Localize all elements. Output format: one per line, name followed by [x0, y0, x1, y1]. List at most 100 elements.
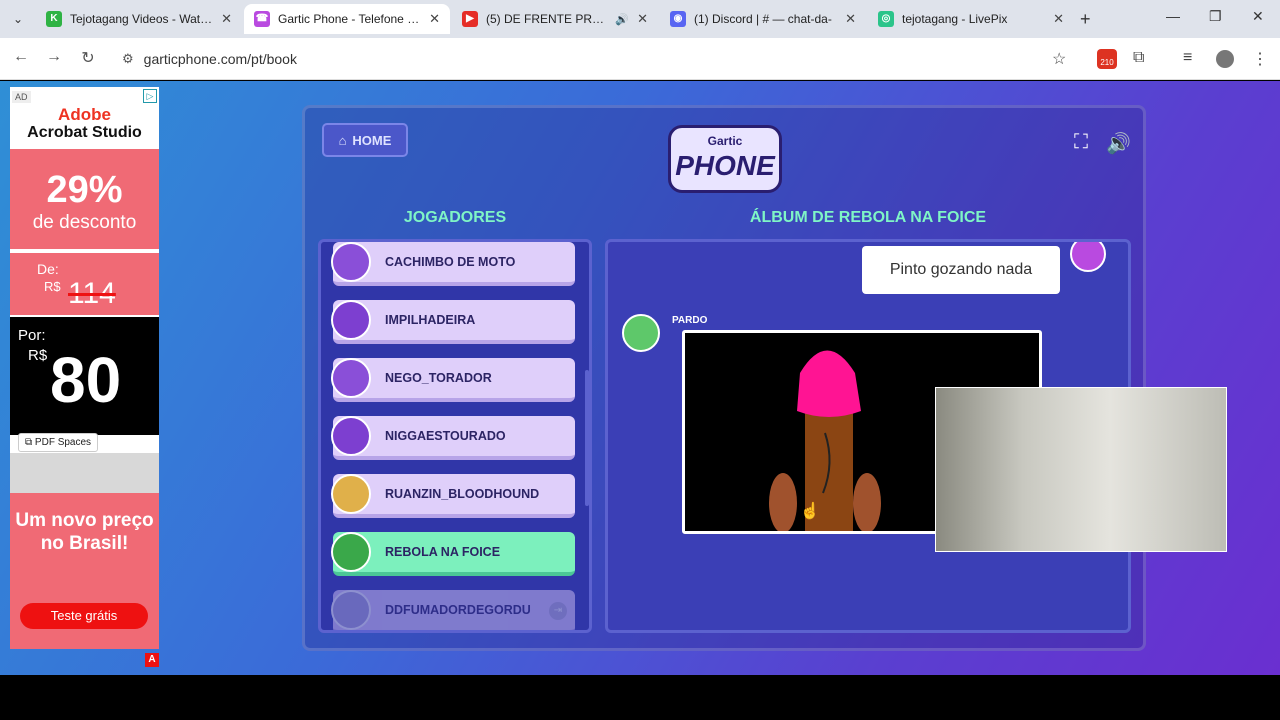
prompt-author-avatar	[1070, 242, 1106, 272]
player-avatar	[331, 416, 371, 456]
adchoices-icon[interactable]: A	[145, 653, 159, 667]
tab-close-icon[interactable]: ✕	[221, 11, 232, 27]
drawing-stroke	[797, 350, 861, 417]
media-controls-icon[interactable]: ≡	[1183, 49, 1192, 67]
livepix-favicon-icon: ◎	[878, 11, 894, 27]
player-avatar	[331, 474, 371, 514]
browser-tabbar: ⌄ K Tejotagang Videos - Watch C ✕ ☎ Gart…	[0, 0, 1280, 38]
tab-close-icon[interactable]: ✕	[429, 11, 440, 27]
url-text: garticphone.com/pt/book	[143, 51, 297, 67]
bookmark-star-icon[interactable]: ☆	[1052, 49, 1066, 69]
ad-product: Acrobat Studio	[27, 124, 142, 141]
ad-cta-button[interactable]: Teste grátis	[20, 603, 148, 629]
ad-slogan: Um novo preço no Brasil!	[15, 510, 154, 554]
ad-new-price: 80	[50, 344, 122, 416]
pdf-icon: ⧉	[25, 437, 35, 448]
tab-search-button[interactable]: ⌄	[8, 9, 28, 29]
player-item: IMPILHADEIRA	[331, 300, 575, 344]
tab-tejotagang-videos[interactable]: K Tejotagang Videos - Watch C ✕	[36, 4, 242, 34]
player-avatar	[331, 358, 371, 398]
player-avatar	[331, 300, 371, 340]
kick-favicon-icon: K	[46, 11, 62, 27]
tab-title: Gartic Phone - Telefone sem	[278, 12, 422, 26]
tab-close-icon[interactable]: ✕	[637, 11, 648, 27]
ad-for-label: Por:	[18, 327, 46, 344]
close-window-icon[interactable]: ✕	[1252, 8, 1264, 25]
ad-pdf-label: PDF Spaces	[34, 437, 92, 448]
menu-icon[interactable]: ⋮	[1252, 49, 1268, 69]
ad-from-label: De:	[37, 261, 59, 277]
new-tab-button[interactable]: +	[1080, 9, 1091, 30]
advertisement[interactable]: AD ▷ Adobe Acrobat Studio 29% de descont…	[10, 87, 159, 649]
screen: ⌄ K Tejotagang Videos - Watch C ✕ ☎ Gart…	[0, 0, 1280, 720]
players-title: JOGADORES	[403, 209, 507, 226]
profile-avatar[interactable]	[1216, 50, 1234, 68]
home-button[interactable]: ⌂ HOME	[322, 123, 408, 157]
hand-cursor-icon: ☝	[800, 503, 820, 520]
players-list[interactable]: CACHIMBO DE MOTO IMPILHADEIRA NEGO_TORAD…	[318, 239, 592, 633]
ad-divider	[10, 453, 159, 493]
prompt-bubble: Pinto gozando nada	[862, 246, 1060, 294]
ad-currency: R$	[44, 279, 61, 294]
player-item-active: REBOLA NA FOICE	[331, 532, 575, 576]
player-avatar	[331, 532, 371, 572]
player-name: RUANZIN_BLOODHOUND	[385, 487, 540, 501]
ad-currency: R$	[28, 347, 48, 364]
page-content: AD ▷ Adobe Acrobat Studio 29% de descont…	[0, 81, 1280, 675]
tab-discord[interactable]: ◉ (1) Discord | # — chat-da- ✕	[660, 4, 866, 34]
tab-youtube[interactable]: ▶ (5) DE FRENTE PRO BLO( 🔊 ✕	[452, 4, 658, 34]
audio-playing-icon[interactable]: 🔊	[615, 13, 629, 26]
home-icon: ⌂	[338, 132, 347, 148]
url-bar[interactable]: ⚙ garticphone.com/pt/book	[110, 44, 1070, 74]
tab-gartic-phone[interactable]: ☎ Gartic Phone - Telefone sem ✕	[244, 4, 450, 34]
drawing-author-avatar	[622, 314, 660, 352]
player-item: CACHIMBO DE MOTO	[331, 242, 575, 286]
logo-bottom-text: PHONE	[675, 150, 775, 181]
player-name: NIGGAESTOURADO	[385, 429, 506, 443]
back-icon[interactable]: ←	[10, 48, 32, 66]
ad-close-icon[interactable]: ▷	[143, 89, 157, 103]
tab-livepix[interactable]: ◎ tejotagang - LivePix ✕	[868, 4, 1074, 34]
player-avatar	[331, 242, 371, 282]
forward-icon[interactable]: →	[43, 48, 65, 66]
ad-discount-text: de desconto	[32, 212, 137, 233]
minimize-icon[interactable]: —	[1166, 8, 1180, 24]
youtube-favicon-icon: ▶	[462, 11, 478, 27]
player-item-disconnected: DDFUMADORDEGORDU ⇥	[331, 590, 575, 630]
restore-icon[interactable]: ❐	[1209, 8, 1222, 25]
player-avatar	[331, 590, 371, 630]
ad-label: AD	[12, 91, 31, 103]
ad-pdf-spaces: ⧉ PDF Spaces	[18, 433, 99, 452]
volume-icon[interactable]: 🔊	[1106, 131, 1131, 156]
drawing-author-name: PARDO	[672, 315, 708, 326]
album-title: ÁLBUM DE REBOLA NA FOICE	[749, 209, 987, 226]
gartic-phone-logo: Gartic PHONE	[668, 125, 782, 193]
gartic-favicon-icon: ☎	[254, 11, 270, 27]
ad-discount-percent: 29%	[46, 169, 123, 211]
tab-title: (5) DE FRENTE PRO BLO(	[486, 12, 609, 26]
tab-title: (1) Discord | # — chat-da-	[694, 12, 832, 26]
site-info-icon[interactable]: ⚙	[122, 51, 134, 67]
drawing-stroke	[853, 473, 881, 531]
player-name: CACHIMBO DE MOTO	[385, 255, 516, 269]
tab-title: tejotagang - LivePix	[902, 12, 1008, 26]
exit-icon: ⇥	[549, 602, 567, 620]
ad-old-price: 114	[68, 277, 116, 310]
player-item: RUANZIN_BLOODHOUND	[331, 474, 575, 518]
player-name: IMPILHADEIRA	[385, 313, 476, 327]
fullscreen-icon[interactable]: ⛶	[1074, 131, 1088, 154]
drawing-stroke	[769, 473, 797, 531]
player-item: NEGO_TORADOR	[331, 358, 575, 402]
player-name: NEGO_TORADOR	[385, 371, 492, 385]
ad-brand: Adobe	[58, 105, 111, 124]
tab-close-icon[interactable]: ✕	[845, 11, 856, 27]
extension-badge[interactable]: 210	[1097, 49, 1117, 69]
reload-icon[interactable]: ↻	[77, 48, 99, 68]
browser-toolbar: ← → ↻ ⚙ garticphone.com/pt/book ☆ 210 ⧉ …	[0, 38, 1280, 80]
tab-close-icon[interactable]: ✕	[1053, 11, 1064, 27]
bottom-black-bar	[0, 675, 1280, 720]
player-item: NIGGAESTOURADO	[331, 416, 575, 460]
extensions-icon[interactable]: ⧉	[1133, 49, 1144, 67]
tab-title: Tejotagang Videos - Watch C	[70, 12, 214, 26]
players-scrollbar[interactable]	[585, 370, 589, 506]
